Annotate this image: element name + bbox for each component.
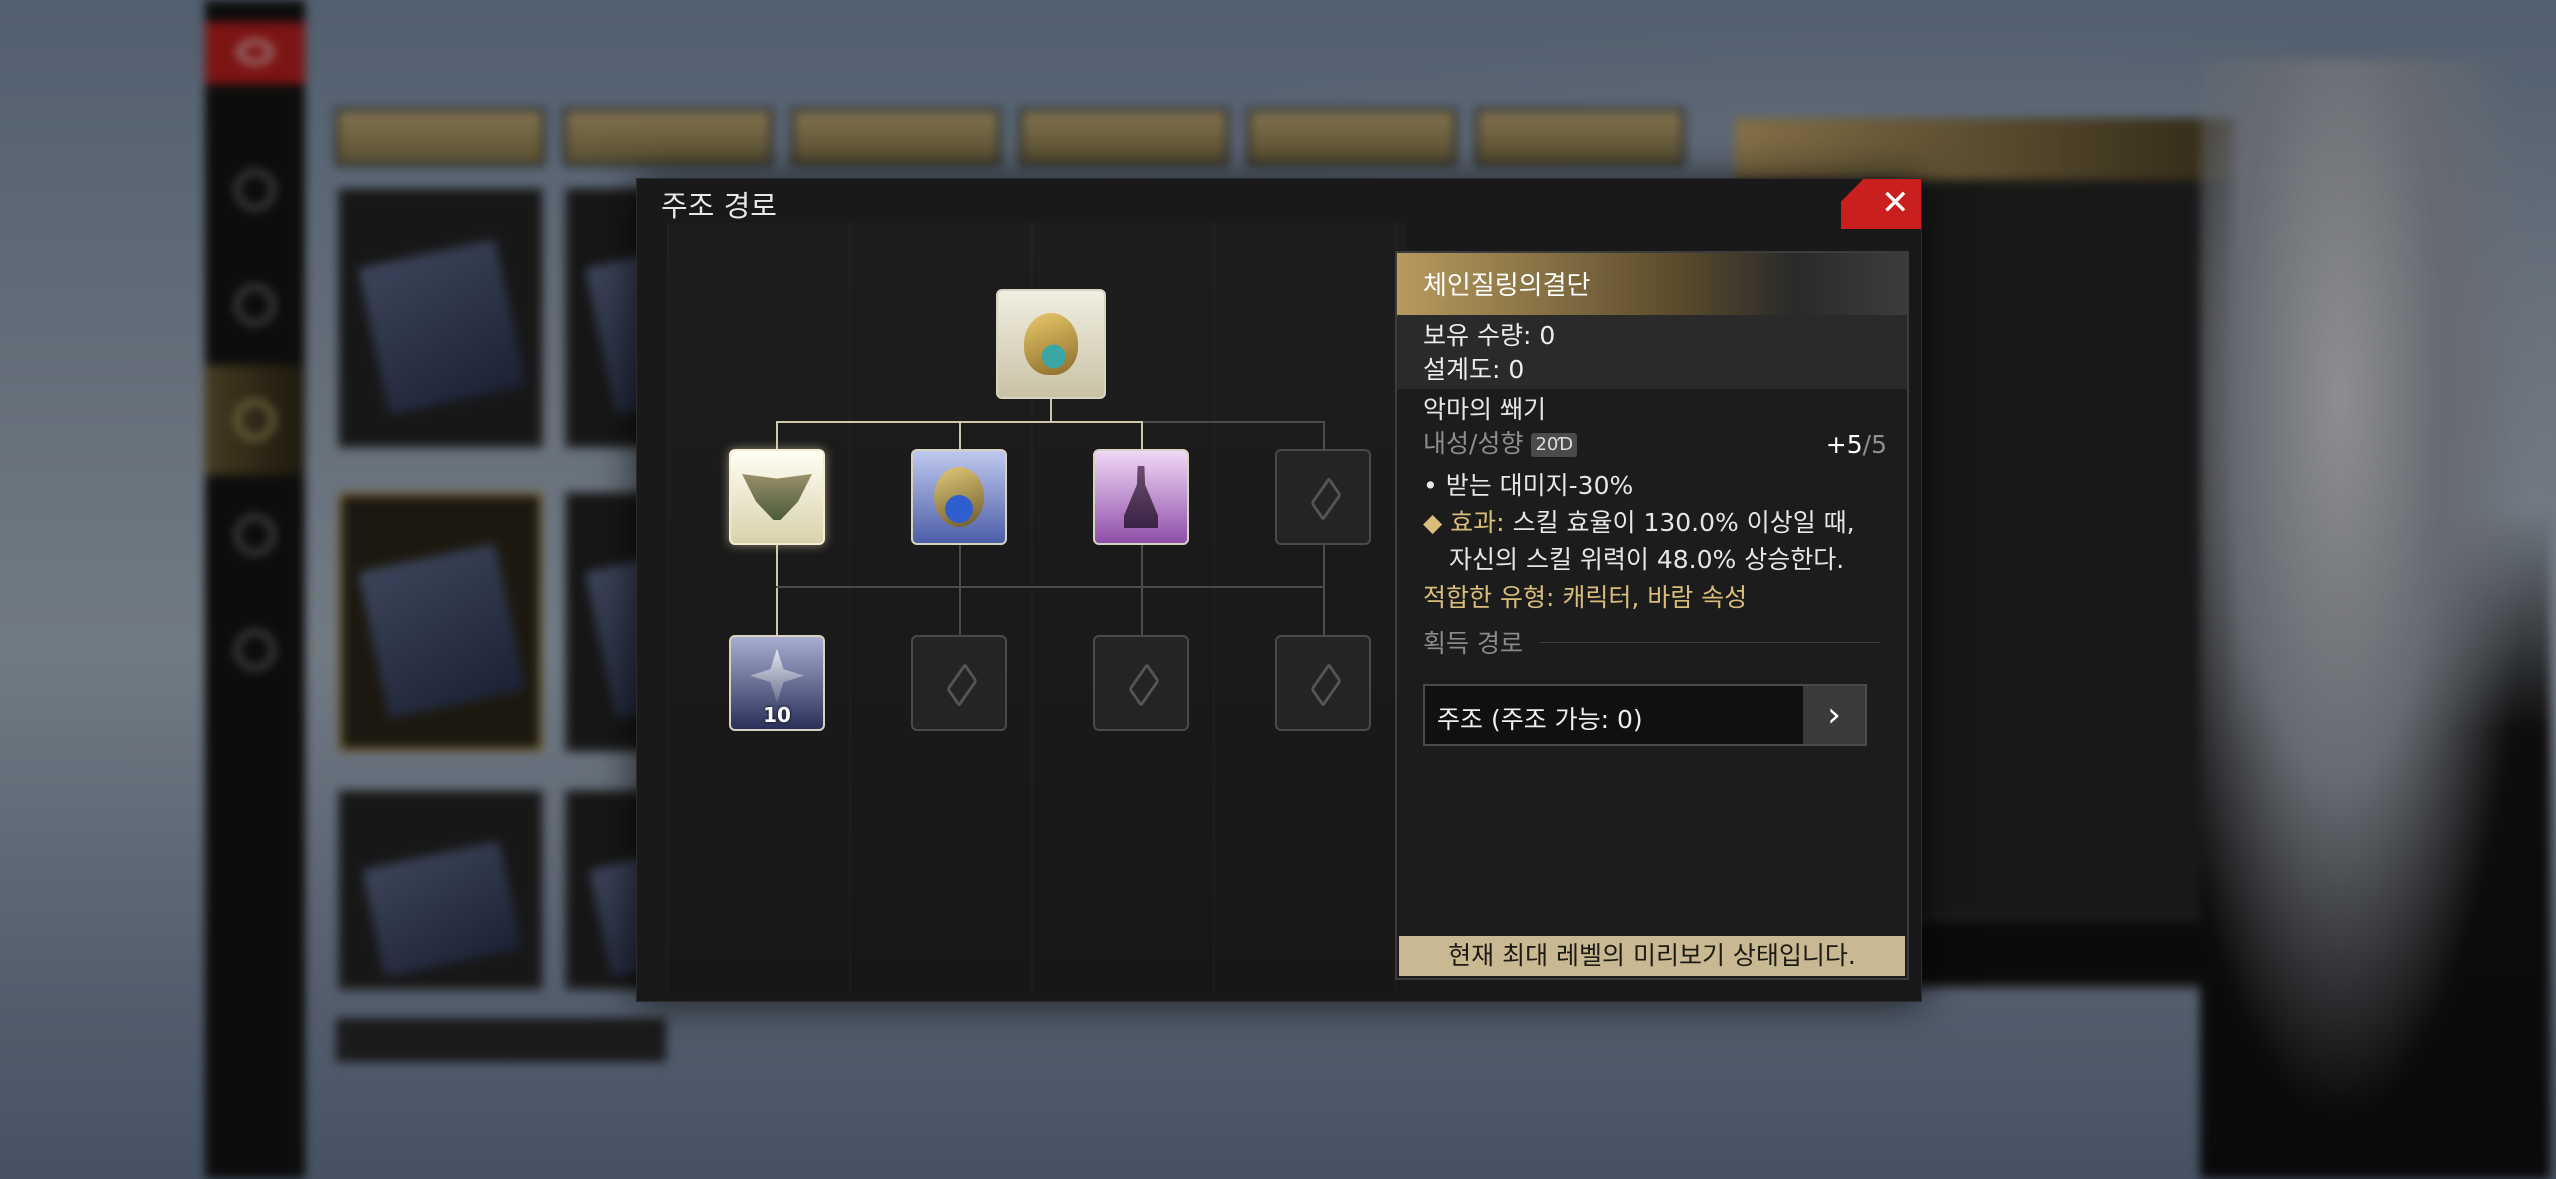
resist-badge: 20Ɗ bbox=[1531, 433, 1578, 457]
tree-connector bbox=[1050, 398, 1052, 422]
star-emblem-icon bbox=[750, 648, 804, 703]
tree-node[interactable] bbox=[1093, 449, 1189, 545]
winged-emblem-icon bbox=[742, 474, 812, 520]
tree-node-locked[interactable] bbox=[1275, 635, 1371, 731]
tree-connector bbox=[1323, 421, 1325, 451]
blue-pendant-icon bbox=[934, 467, 984, 527]
forging-tree: 10 bbox=[667, 223, 1407, 993]
set-name: 악마의 쐐기 bbox=[1423, 395, 1546, 424]
forging-route-modal: 주조 경로 ✕ 10 체인질링의결단 보유 수량: 0 설계도: 0 악마의 쐐… bbox=[636, 178, 1922, 1002]
obtain-route-title: 획득 경로 bbox=[1397, 618, 1907, 660]
bullet-damage-reduction: • 받는 대미지-30% bbox=[1423, 471, 1634, 500]
tree-connector bbox=[959, 545, 961, 637]
resist-label: 내성/성향 bbox=[1423, 429, 1524, 458]
blueprint-count: 설계도: 0 bbox=[1423, 355, 1525, 384]
chevron-right-icon[interactable]: › bbox=[1803, 686, 1865, 744]
forge-route-button[interactable]: 주조 (주조 가능: 0) › bbox=[1423, 684, 1867, 746]
tree-connector bbox=[776, 586, 1324, 588]
effect-prefix: ◆ 효과: bbox=[1423, 508, 1505, 537]
modal-title: 주조 경로 bbox=[661, 189, 777, 223]
effect-text-2: 자신의 스킬 위력이 48.0% 상승한다. bbox=[1449, 545, 1845, 574]
tree-node-locked[interactable] bbox=[1093, 635, 1189, 731]
effect-line: ◆ 효과: 스킬 효율이 130.0% 이상일 때, bbox=[1423, 504, 1881, 541]
close-button[interactable]: ✕ bbox=[1841, 179, 1921, 229]
affinity-max: /5 bbox=[1862, 430, 1887, 459]
tree-connector bbox=[776, 545, 778, 637]
tree-connector bbox=[1141, 545, 1143, 637]
affinity-value: +5/5 bbox=[1826, 430, 1887, 459]
item-name: 체인질링의결단 bbox=[1423, 271, 1591, 301]
tree-node-locked[interactable] bbox=[911, 635, 1007, 731]
tree-connector bbox=[776, 421, 778, 451]
tree-node-root[interactable] bbox=[996, 289, 1106, 399]
tree-node-selected[interactable] bbox=[729, 449, 825, 545]
owned-count: 보유 수량: 0 bbox=[1423, 321, 1556, 350]
forge-route-label: 주조 (주조 가능: 0) bbox=[1437, 705, 1643, 734]
tree-connector bbox=[1142, 421, 1324, 423]
tree-connector bbox=[1141, 421, 1143, 451]
tree-node-locked[interactable] bbox=[1275, 449, 1371, 545]
suitable-type: 적합한 유형: 캐릭터, 바람 속성 bbox=[1423, 583, 1748, 612]
effect-block: • 받는 대미지-30% ◆ 효과: 스킬 효율이 130.0% 이상일 때, … bbox=[1397, 461, 1907, 578]
affinity-current: +5 bbox=[1825, 430, 1863, 459]
tree-connector bbox=[1323, 545, 1325, 637]
preview-notice: 현재 최대 레벨의 미리보기 상태입니다. bbox=[1399, 936, 1905, 976]
lantern-icon bbox=[1124, 466, 1158, 528]
item-detail-panel: 체인질링의결단 보유 수량: 0 설계도: 0 악마의 쐐기 내성/성향 20Ɗ … bbox=[1395, 251, 1909, 980]
tree-connector bbox=[959, 421, 961, 451]
node-level-badge: 10 bbox=[763, 703, 791, 727]
effect-text-1: 스킬 효율이 130.0% 이상일 때, bbox=[1512, 508, 1855, 537]
item-stats: 보유 수량: 0 설계도: 0 bbox=[1397, 315, 1907, 389]
item-name-header: 체인질링의결단 bbox=[1397, 253, 1907, 315]
tree-node[interactable] bbox=[911, 449, 1007, 545]
close-icon: ✕ bbox=[1881, 183, 1910, 223]
chain-pendant-icon bbox=[1024, 313, 1078, 375]
obtain-title-text: 획득 경로 bbox=[1423, 629, 1523, 658]
tree-node[interactable]: 10 bbox=[729, 635, 825, 731]
